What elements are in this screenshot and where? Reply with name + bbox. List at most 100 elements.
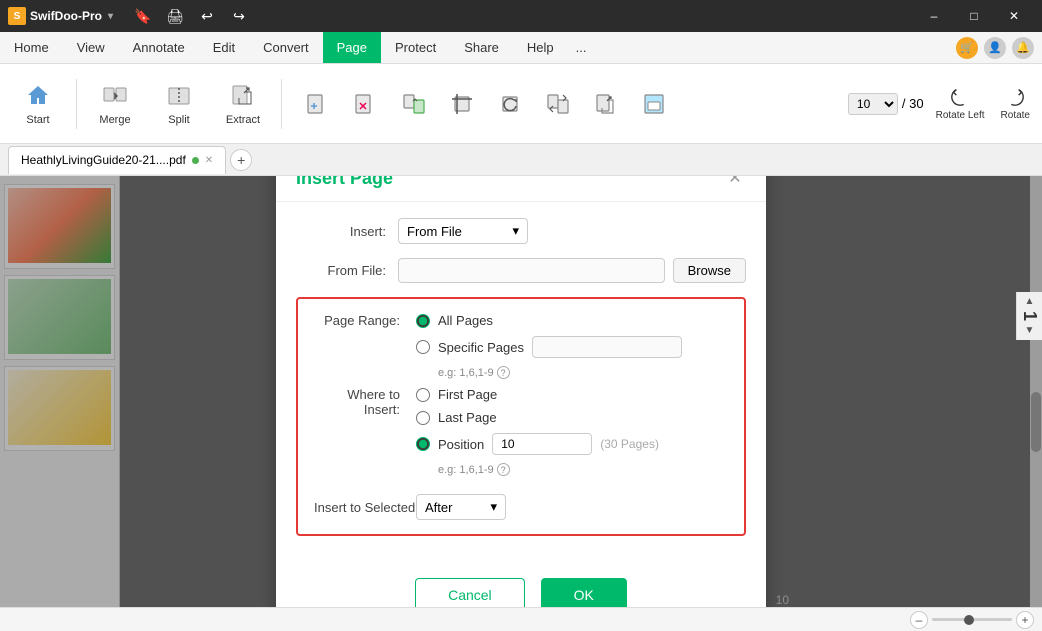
position-hint-icon: ? [497, 463, 510, 476]
insert-select[interactable]: From File ▾ [398, 218, 528, 244]
specific-pages-input[interactable] [532, 336, 682, 358]
title-bar: S SwifDoo-Pro ▾ 🔖 🖨 ↩ ↪ – □ ✕ [0, 0, 1042, 32]
delete-page-button[interactable] [346, 88, 386, 120]
menu-page[interactable]: Page [323, 32, 381, 63]
page-range-row: Page Range: All Pages Spe [314, 313, 728, 379]
extract-button[interactable]: Extract [213, 70, 273, 138]
ok-button[interactable]: OK [541, 578, 627, 607]
zoom-slider-thumb[interactable] [964, 615, 974, 625]
merge-icon [101, 82, 129, 110]
zoom-out-button[interactable]: – [910, 611, 928, 629]
page-number-group: 10 / 30 [848, 93, 924, 115]
rotate-right-button[interactable]: Rotate [997, 82, 1034, 125]
menu-protect[interactable]: Protect [381, 32, 450, 63]
redo-icon[interactable]: ↪ [225, 2, 253, 30]
zoom-controls: – + [910, 611, 1034, 629]
dialog-body: Insert: From File ▾ From File: Browse [276, 202, 766, 566]
window-controls: – □ ✕ [914, 0, 1034, 32]
user-icon[interactable]: 👤 [984, 37, 1006, 59]
page-number-select[interactable]: 10 [848, 93, 898, 115]
first-page-radio[interactable] [416, 388, 430, 402]
scroll-down-button[interactable]: ▼ [1025, 325, 1035, 336]
file-path-input[interactable] [398, 258, 665, 283]
close-button[interactable]: ✕ [994, 0, 1034, 32]
position-radio[interactable] [416, 437, 430, 451]
dialog-close-button[interactable]: ✕ [724, 176, 746, 189]
app-logo: S SwifDoo-Pro ▾ [8, 7, 113, 25]
app-title: SwifDoo-Pro [30, 9, 102, 23]
main-area: FOR YOUR HEALTH Lorem ipsum dolor sit am… [0, 176, 1042, 607]
menu-home[interactable]: Home [0, 32, 63, 63]
title-dropdown-icon[interactable]: ▾ [108, 11, 113, 22]
first-page-label: First Page [438, 387, 497, 402]
menu-share[interactable]: Share [450, 32, 513, 63]
merge-button[interactable]: Merge [85, 70, 145, 138]
cart-icon[interactable]: 🛒 [956, 37, 978, 59]
restore-button[interactable]: □ [954, 0, 994, 32]
insert-page-dialog: Insert Page ✕ Insert: From File ▾ From F… [276, 176, 766, 607]
zoom-in-button[interactable]: + [1016, 611, 1034, 629]
menu-view[interactable]: View [63, 32, 119, 63]
insert-to-selected-row: Insert to Selected Page: After ▾ [314, 490, 728, 520]
pages-count-hint: (30 Pages) [600, 437, 659, 451]
hint-icon: ? [497, 366, 510, 379]
menu-convert[interactable]: Convert [249, 32, 323, 63]
toolbar-divider-1 [76, 79, 77, 129]
first-page-option: First Page [416, 387, 728, 402]
menu-edit[interactable]: Edit [199, 32, 249, 63]
specific-pages-label: Specific Pages [438, 340, 524, 355]
scroll-up-button[interactable]: ▲ [1025, 295, 1035, 306]
dialog-title: Insert Page [296, 176, 393, 189]
rotate-page-button[interactable] [490, 88, 530, 120]
move-page-button[interactable] [538, 88, 578, 120]
background-button[interactable] [634, 88, 674, 120]
new-tab-button[interactable]: + [230, 149, 252, 171]
start-button[interactable]: Start [8, 70, 68, 138]
crop-page-button[interactable] [442, 88, 482, 120]
insert-to-select[interactable]: After ▾ [416, 494, 506, 520]
last-page-radio[interactable] [416, 411, 430, 425]
insert-to-dropdown-icon: ▾ [490, 499, 497, 515]
tab-filename: HeathlyLivingGuide20-21....pdf [21, 153, 186, 167]
menu-help[interactable]: Help [513, 32, 568, 63]
all-pages-label: All Pages [438, 313, 493, 328]
insert-page-button[interactable] [298, 88, 338, 120]
position-input[interactable] [492, 433, 592, 455]
menu-bar: Home View Annotate Edit Convert Page Pro… [0, 32, 1042, 64]
position-option: Position (30 Pages) [416, 433, 728, 455]
insert-to-selected-label: Insert to Selected Page: [314, 500, 404, 515]
zoom-slider[interactable] [932, 618, 1012, 621]
insert-to-option-text: After [425, 500, 452, 515]
menu-more[interactable]: ... [568, 32, 595, 63]
minimize-button[interactable]: – [914, 0, 954, 32]
specific-pages-radio[interactable] [416, 340, 430, 354]
rotate-left-button[interactable]: Rotate Left [932, 82, 989, 125]
where-to-insert-options: First Page Last Page Position [416, 387, 728, 476]
split-button[interactable]: Split [149, 70, 209, 138]
where-to-insert-label: Where to Insert: [314, 387, 404, 417]
last-page-label: Last Page [438, 410, 497, 425]
all-pages-radio[interactable] [416, 314, 430, 328]
bookmark-icon[interactable]: 🔖 [129, 2, 157, 30]
all-pages-option: All Pages [416, 313, 728, 328]
undo-icon[interactable]: ↩ [193, 2, 221, 30]
total-pages-label: / 30 [902, 96, 924, 111]
split-icon [165, 82, 193, 110]
extract-page-icon-button[interactable] [586, 88, 626, 120]
menu-annotate[interactable]: Annotate [119, 32, 199, 63]
browse-button[interactable]: Browse [673, 258, 746, 283]
cancel-button[interactable]: Cancel [415, 578, 525, 607]
notification-icon[interactable]: 🔔 [1012, 37, 1034, 59]
position-hint: e.g: 1,6,1-9 ? [438, 463, 728, 476]
replace-page-button[interactable] [394, 88, 434, 120]
from-file-row: From File: Browse [296, 258, 746, 283]
from-file-label: From File: [296, 263, 386, 278]
page-range-section: Page Range: All Pages Spe [296, 297, 746, 536]
specific-pages-group: Specific Pages [416, 336, 682, 358]
tab-close-button[interactable]: ✕ [205, 155, 213, 166]
insert-row: Insert: From File ▾ [296, 218, 746, 244]
insert-dropdown-icon: ▾ [512, 223, 519, 239]
print-icon[interactable]: 🖨 [161, 2, 189, 30]
specific-pages-hint: e.g: 1,6,1-9 ? [438, 366, 728, 379]
pdf-tab[interactable]: HeathlyLivingGuide20-21....pdf ✕ [8, 146, 226, 174]
